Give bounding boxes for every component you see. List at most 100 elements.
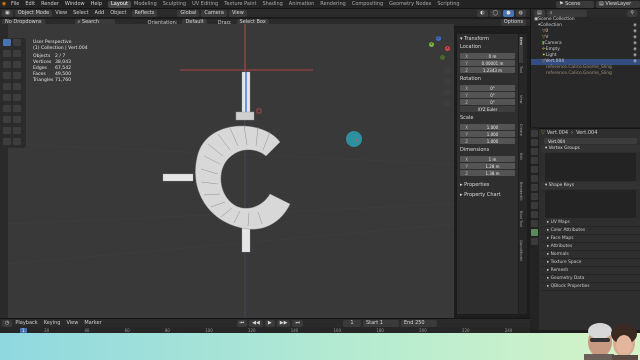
play-icon[interactable]: ▶ <box>264 319 275 327</box>
tab-animation[interactable]: Animation <box>286 1 318 8</box>
tab-quickmodel[interactable]: QuickModel <box>519 240 523 266</box>
rotation-y-field[interactable]: Y 0° <box>460 92 515 98</box>
camera-dropdown[interactable]: Camera <box>201 9 227 17</box>
tool-shrink[interactable] <box>13 127 21 134</box>
tab-shading[interactable]: Shading <box>259 1 285 8</box>
snap-dropdown[interactable]: Reflects <box>131 9 158 17</box>
menu-keying[interactable]: Keying <box>41 320 64 326</box>
menu-playback[interactable]: Playback <box>12 320 40 326</box>
tool-select[interactable] <box>3 39 11 46</box>
properties-section[interactable]: ▸ Properties <box>457 180 518 190</box>
menu-add[interactable]: Add <box>92 10 108 16</box>
tab-bool-tool[interactable]: Bool Tool <box>519 211 523 237</box>
tab-create[interactable]: Create <box>519 124 523 150</box>
tab-rendering[interactable]: Rendering <box>317 1 349 8</box>
world-tab-icon[interactable] <box>531 175 538 182</box>
tool-cursor[interactable] <box>13 39 21 46</box>
color-attributes-panel[interactable]: ▸ Color Attributes <box>541 227 640 235</box>
scene-selector[interactable]: ⚑ Scene <box>556 0 594 8</box>
texture-space-panel[interactable]: ▸ Texture Space <box>541 259 640 267</box>
tool-spin[interactable] <box>3 116 11 123</box>
scene-tab-icon[interactable] <box>531 166 538 173</box>
location-x-field[interactable]: X 0 m <box>460 53 515 59</box>
scale-y-field[interactable]: Y 1.000 <box>460 131 515 137</box>
menu-render[interactable]: Render <box>38 1 62 7</box>
tool-move[interactable] <box>3 50 11 57</box>
tab-tool[interactable]: Tool <box>519 66 523 92</box>
uv-maps-panel[interactable]: ▸ UV Maps <box>541 219 640 227</box>
render-tab-icon[interactable] <box>531 139 538 146</box>
tool-inset[interactable] <box>13 83 21 90</box>
tab-blenderkit[interactable]: BlenderKit <box>519 182 523 208</box>
tab-geometry-nodes[interactable]: Geometry Nodes <box>386 1 434 8</box>
view-layer-selector[interactable]: ▤ ViewLayer <box>596 0 640 8</box>
tool-tab-icon[interactable] <box>531 130 538 137</box>
object-tab-icon[interactable] <box>531 184 538 191</box>
dimensions-x-field[interactable]: X 1 m <box>460 156 515 162</box>
tool-knife[interactable] <box>3 105 11 112</box>
mesh-data-field[interactable]: Vert.004 <box>544 138 637 144</box>
3d-cursor[interactable] <box>346 131 362 147</box>
timeline-editor-icon[interactable]: ◷ <box>2 319 13 327</box>
tab-item[interactable]: Item <box>519 37 523 63</box>
end-frame-field[interactable]: End 250 <box>400 319 437 327</box>
solid-shading-icon[interactable]: ● <box>503 9 514 17</box>
mode-dropdown[interactable]: Object Mode <box>14 9 53 17</box>
menu-view[interactable]: View <box>52 10 70 16</box>
location-y-field[interactable]: Y 0.00001 m <box>460 60 515 66</box>
particles-tab-icon[interactable] <box>531 202 538 209</box>
geometry-data-panel[interactable]: ▸ Geometry Data <box>541 275 640 283</box>
tool-rip[interactable] <box>13 138 21 145</box>
tab-compositing[interactable]: Compositing <box>349 1 386 8</box>
vertex-groups-list[interactable] <box>545 153 636 181</box>
view-layer-tab-icon[interactable] <box>531 157 538 164</box>
overlay-icon[interactable]: ◐ <box>477 9 488 17</box>
eye-icon[interactable]: ◉ <box>633 59 637 65</box>
tool-shear[interactable] <box>3 138 11 145</box>
tab-uv-editing[interactable]: UV Editing <box>189 1 221 8</box>
tool-transform[interactable] <box>13 61 21 68</box>
dimensions-z-field[interactable]: Z 1.38 m <box>460 170 515 176</box>
tool-bevel[interactable] <box>3 94 11 101</box>
modifier-tab-icon[interactable] <box>531 193 538 200</box>
prev-key-icon[interactable]: ◀◀ <box>249 319 263 327</box>
zoom-icon[interactable] <box>443 67 451 74</box>
remesh-panel[interactable]: ▸ Remesh <box>541 267 640 275</box>
menu-select[interactable]: Select <box>70 10 91 16</box>
menu-timeline-view[interactable]: View <box>63 320 81 326</box>
rotation-z-field[interactable]: Z 0° <box>460 99 515 105</box>
outliner-editor-icon[interactable]: ▤ <box>534 9 545 17</box>
start-frame-field[interactable]: Start 1 <box>362 319 399 327</box>
tree-row[interactable]: reference.Calico.Gnome_Sling <box>531 71 640 77</box>
tool-rotate[interactable] <box>13 50 21 57</box>
tab-layout[interactable]: Layout <box>108 0 131 8</box>
grid-view-icon[interactable] <box>443 100 451 107</box>
transform-header[interactable]: ▾ Transform <box>457 34 518 44</box>
tool-edge-slide[interactable] <box>3 127 11 134</box>
tab-sculpting[interactable]: Sculpting <box>160 1 189 8</box>
physics-tab-icon[interactable] <box>531 211 538 218</box>
tool-loop-cut[interactable] <box>13 94 21 101</box>
tab-view[interactable]: View <box>519 95 523 121</box>
view-dropdown[interactable]: View <box>228 9 247 17</box>
scale-z-field[interactable]: Z 1.000 <box>460 138 515 144</box>
tool-smooth[interactable] <box>13 116 21 123</box>
gizmo-neg-y-icon[interactable] <box>440 55 445 60</box>
constraints-tab-icon[interactable] <box>531 220 538 227</box>
vertex-groups-panel[interactable]: ▾ Vertex Groups <box>541 145 640 152</box>
gizmo-y-icon[interactable]: Y <box>429 42 434 47</box>
options-dropdown[interactable]: Options <box>500 19 526 26</box>
filter-icon[interactable]: ⚲ <box>627 9 637 17</box>
tool-measure[interactable] <box>13 72 21 79</box>
location-z-field[interactable]: Z 1.2343 m <box>460 67 515 73</box>
navigation-gizmo[interactable]: Z X Y <box>426 36 452 62</box>
qblock-properties-panel[interactable]: ▸ QBlock Properties <box>541 283 640 291</box>
tool-extrude[interactable] <box>3 83 11 90</box>
menu-window[interactable]: Window <box>62 1 88 7</box>
rotation-mode-dropdown[interactable]: XYZ Euler <box>460 106 515 112</box>
tool-scale[interactable] <box>3 61 11 68</box>
material-tab-icon[interactable] <box>531 238 538 245</box>
jump-end-icon[interactable]: ⏭ <box>292 319 303 327</box>
tool-annotate[interactable] <box>3 72 11 79</box>
gizmo-x-icon[interactable]: X <box>445 46 450 51</box>
